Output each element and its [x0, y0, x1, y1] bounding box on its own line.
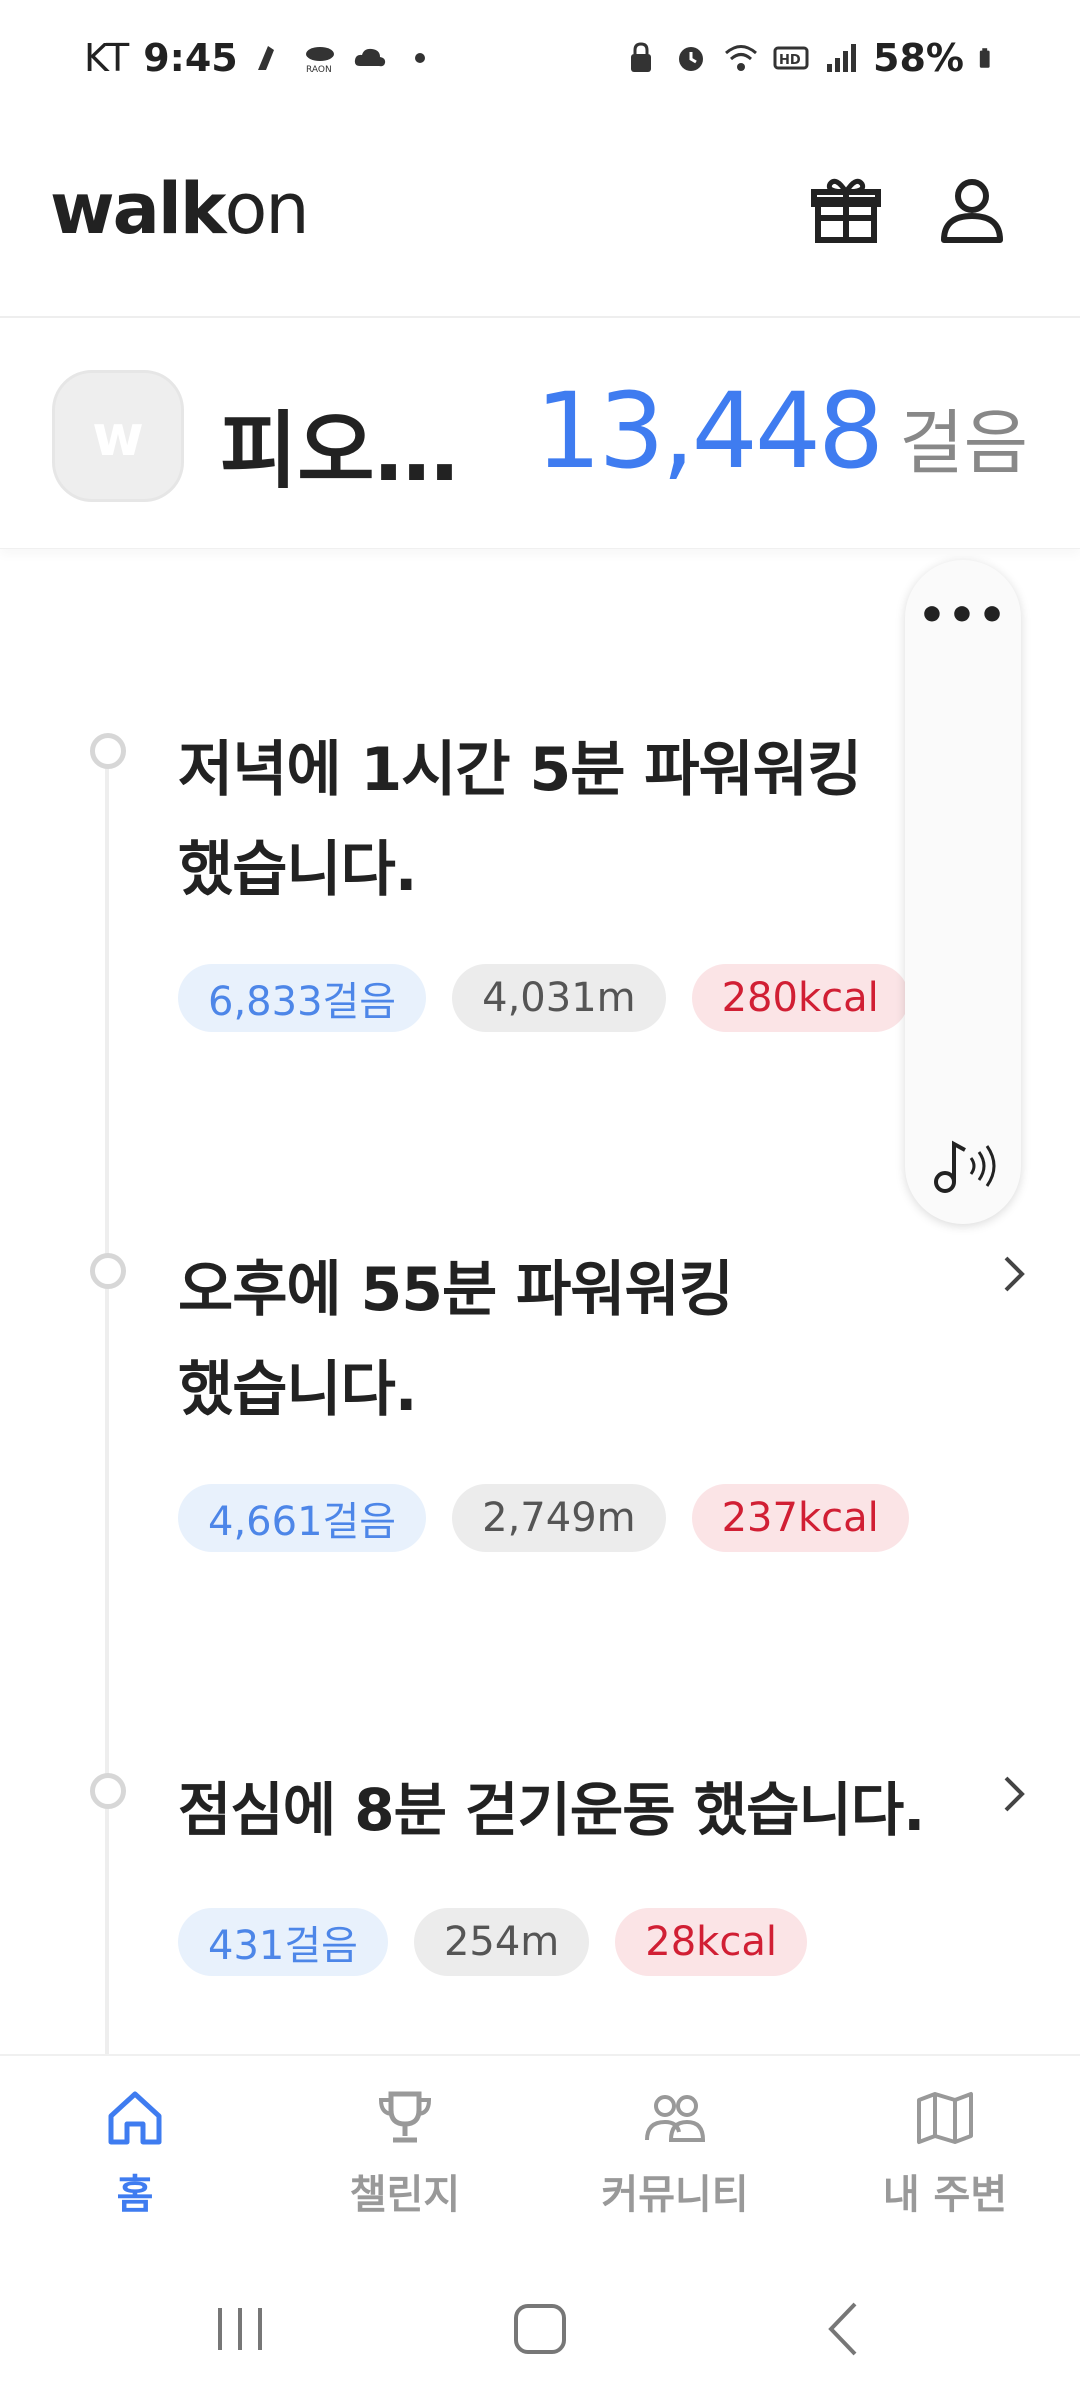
calories-chip: 280kcal: [691, 964, 909, 1032]
profile-icon[interactable]: [932, 170, 1012, 250]
distance-chip: 2,749m: [452, 1484, 666, 1552]
people-icon: [645, 2095, 706, 2142]
gift-icon[interactable]: [806, 170, 886, 250]
activity-stats: 6,833걸음 4,031m 280kcal: [178, 964, 909, 1032]
calories-chip: 237kcal: [691, 1484, 909, 1552]
music-sound-icon[interactable]: [927, 1130, 999, 1202]
hd-icon: HD: [773, 46, 809, 70]
timeline-dot: [90, 1253, 126, 1289]
total-steps: 13,448 걸음: [535, 370, 1028, 492]
notification-app-icon: [257, 46, 274, 70]
nav-home-label: 홈: [116, 2172, 154, 2218]
activity-title-line: 저녁에 1시간 5분 파워워킹: [178, 735, 862, 805]
bottom-navigation: 홈 챌린지 커뮤니티 내 주변: [0, 2054, 1080, 2256]
timeline-dot: [90, 733, 126, 769]
floating-side-menu: •••: [905, 560, 1021, 1224]
more-options-icon[interactable]: •••: [905, 590, 1021, 650]
logo-bold-text: walk: [50, 168, 226, 250]
signal-icon: [827, 44, 857, 72]
chevron-right-icon[interactable]: [1000, 1254, 1028, 1294]
activity-stats: 4,661걸음 2,749m 237kcal: [178, 1484, 909, 1552]
walkon-logo[interactable]: walkon: [50, 168, 310, 250]
recent-apps-icon[interactable]: [200, 2294, 280, 2364]
chevron-right-icon[interactable]: [1000, 1774, 1028, 1814]
cloud-sync-icon: [354, 48, 385, 67]
nav-nearby[interactable]: 내 주변: [810, 2086, 1080, 2236]
status-right: HD 58%: [623, 36, 1000, 80]
activity-title[interactable]: 저녁에 1시간 5분 파워워킹 했습니다.: [178, 720, 862, 920]
home-button-icon[interactable]: [500, 2294, 580, 2364]
wifi-icon: [725, 45, 758, 71]
svg-text:RAON: RAON: [306, 65, 332, 75]
battery-percent: 58%: [873, 36, 964, 80]
activity-title-line: 했습니다.: [178, 1355, 418, 1425]
raon-app-icon: RAON: [305, 47, 334, 75]
carrier-label: KT: [84, 36, 130, 80]
app-header: walkon: [0, 120, 1080, 318]
back-icon[interactable]: [805, 2294, 885, 2364]
activity-title-line: 했습니다.: [178, 835, 418, 905]
activity-title[interactable]: 오후에 55분 파워워킹 했습니다.: [178, 1240, 734, 1440]
lock-icon: [631, 42, 652, 72]
activity-stats: 431걸음 254m 28kcal: [178, 1908, 807, 1976]
svg-text:HD: HD: [779, 53, 801, 68]
calories-chip: 28kcal: [615, 1908, 807, 1976]
distance-chip: 254m: [413, 1908, 590, 1976]
clock: 9:45: [143, 36, 238, 80]
distance-chip: 4,031m: [452, 964, 666, 1032]
activity-title-line: 오후에 55분 파워워킹: [178, 1255, 734, 1325]
status-bar: KT 9:45 RAON HD 58%: [0, 0, 1080, 120]
activity-title[interactable]: 점심에 8분 걷기운동 했습니다.: [178, 1760, 925, 1860]
nav-challenge-label: 챌린지: [349, 2172, 461, 2218]
avatar[interactable]: w: [52, 370, 184, 502]
activity-title-line: 점심에 8분 걷기운동 했습니다.: [178, 1776, 925, 1844]
nav-community[interactable]: 커뮤니티: [540, 2086, 810, 2236]
trophy-icon: [378, 2091, 432, 2143]
alarm-icon: [679, 47, 704, 71]
nav-home[interactable]: 홈: [0, 2086, 270, 2236]
map-icon: [917, 2092, 973, 2144]
status-left: KT 9:45 RAON: [84, 36, 438, 80]
daily-summary: w 피오… 13,448 걸음: [0, 318, 1080, 549]
nav-community-label: 커뮤니티: [601, 2172, 749, 2218]
dot-icon: [414, 53, 425, 63]
system-navigation-bar: [0, 2254, 1080, 2400]
nav-challenge[interactable]: 챌린지: [270, 2086, 540, 2236]
home-icon: [108, 2091, 162, 2145]
timeline-dot: [90, 1773, 126, 1809]
timeline-line: [105, 740, 109, 2060]
nav-nearby-label: 내 주변: [882, 2172, 1008, 2218]
username: 피오…: [220, 402, 459, 500]
battery-icon: [979, 48, 990, 68]
steps-chip: 6,833걸음: [178, 964, 427, 1032]
steps-chip: 4,661걸음: [178, 1484, 427, 1552]
total-steps-value: 13,448: [535, 370, 884, 492]
steps-chip: 431걸음: [178, 1908, 388, 1976]
total-steps-unit: 걸음: [899, 402, 1028, 484]
logo-light-text: on: [224, 168, 309, 250]
